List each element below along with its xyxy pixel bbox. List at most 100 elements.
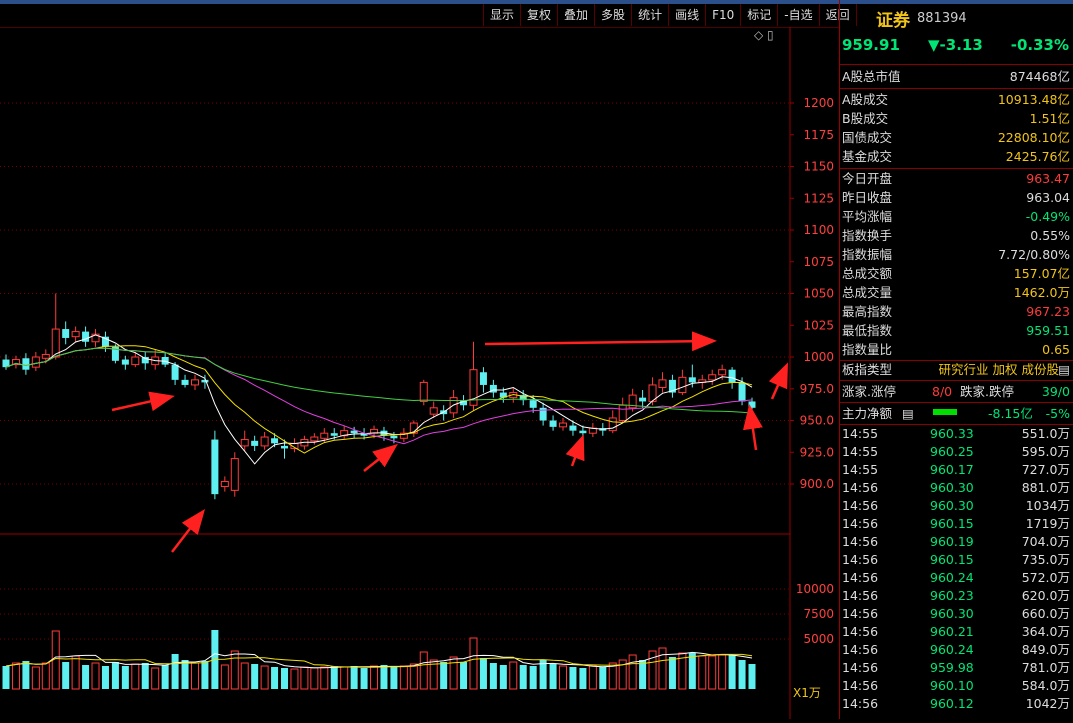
candle-body[interactable]: [260, 436, 269, 447]
candle-body[interactable]: [230, 458, 239, 491]
volume-bar: [688, 653, 696, 689]
toolbar-button[interactable]: 标记: [740, 4, 777, 26]
candle-body[interactable]: [479, 372, 487, 385]
tick-price: 960.17: [930, 462, 974, 477]
toolbar-button[interactable]: F10: [705, 4, 740, 26]
volume-bar: [718, 654, 727, 690]
tick-volume: 620.0万: [1021, 588, 1070, 603]
candle-body[interactable]: [549, 420, 557, 427]
plate-type-value[interactable]: 研究行业 加权 成份股: [939, 360, 1059, 379]
candle-body[interactable]: [748, 401, 756, 408]
candle-body[interactable]: [419, 381, 428, 402]
volume-bar: [350, 666, 358, 689]
tick-row: 14:55 960.25 595.0万: [840, 443, 1073, 461]
volume-bar: [121, 666, 129, 689]
candle-body[interactable]: [708, 374, 717, 381]
tick-volume: 551.0万: [1021, 426, 1070, 441]
candle-body[interactable]: [639, 397, 647, 402]
volume-unit-label: X1万: [793, 686, 821, 700]
stat-label: 最低指数: [842, 323, 893, 338]
volume-bar: [240, 662, 249, 690]
volume-bar: [151, 667, 160, 690]
candle-body[interactable]: [201, 379, 209, 383]
candle-body[interactable]: [579, 430, 587, 434]
candle-body[interactable]: [211, 439, 219, 495]
candle-body[interactable]: [41, 353, 50, 359]
candle-body[interactable]: [618, 404, 627, 422]
stat-value: 7.72/0.80%: [998, 247, 1070, 262]
toolbar-button[interactable]: 叠加: [557, 4, 594, 26]
candle-body[interactable]: [350, 430, 358, 434]
tick-row: 14:56 960.12 1042万: [840, 695, 1073, 713]
tick-row: 14:56 960.24 849.0万: [840, 641, 1073, 659]
toolbar-button[interactable]: 多股: [594, 4, 631, 26]
volume-bar: [360, 668, 368, 689]
volume-bar: [2, 666, 10, 689]
candle-body[interactable]: [559, 422, 568, 428]
toolbar-button[interactable]: -自选: [777, 4, 818, 26]
candle-body[interactable]: [678, 376, 687, 394]
toolbar-button[interactable]: 复权: [520, 4, 557, 26]
candle-body[interactable]: [190, 379, 199, 386]
candle-body[interactable]: [728, 369, 736, 383]
y-tick-label: 1125: [803, 191, 834, 205]
volume-bar: [579, 668, 587, 689]
candle-body[interactable]: [62, 329, 70, 338]
candle-body[interactable]: [718, 369, 727, 376]
candle-body[interactable]: [121, 359, 129, 365]
toolbar-button[interactable]: 显示: [483, 4, 520, 26]
toolbar-button[interactable]: 统计: [631, 4, 668, 26]
candle-body[interactable]: [71, 331, 80, 338]
tick-row: 14:56 960.24 572.0万: [840, 569, 1073, 587]
menu-icon[interactable]: ▤: [1058, 360, 1070, 379]
stat-row: 昨日收盘 963.04: [840, 188, 1073, 207]
stat-row: 总成交额 157.07亿: [840, 264, 1073, 283]
stat-row: B股成交 1.51亿: [840, 109, 1073, 128]
stat-value: 1.51亿: [1029, 111, 1070, 126]
toolbar-button[interactable]: 画线: [668, 4, 705, 26]
candle-body[interactable]: [31, 356, 40, 368]
volume-tick-label: 7500: [803, 607, 834, 621]
y-tick-label: 1000: [803, 350, 834, 364]
candle-body[interactable]: [429, 407, 438, 415]
volume-bar: [141, 663, 149, 689]
candle-body[interactable]: [131, 356, 140, 366]
tick-time: 14:56: [842, 678, 879, 693]
candle-body[interactable]: [251, 440, 259, 446]
y-tick-label: 950.0: [800, 414, 834, 428]
candle-body[interactable]: [281, 445, 289, 449]
volume-bar: [419, 651, 428, 690]
candle-body[interactable]: [688, 377, 696, 383]
tick-volume: 735.0万: [1021, 552, 1070, 567]
volume-bar: [31, 666, 40, 690]
candle-body[interactable]: [240, 439, 249, 447]
candle-body[interactable]: [271, 438, 279, 444]
candle-body[interactable]: [569, 425, 577, 431]
candle-body[interactable]: [181, 379, 189, 385]
stat-row: 指数量比 0.65: [840, 340, 1073, 359]
candle-body[interactable]: [390, 435, 398, 439]
candle-body[interactable]: [330, 433, 338, 436]
volume-bar: [161, 665, 169, 689]
volume-bar: [549, 664, 557, 689]
candle-body[interactable]: [310, 436, 319, 442]
menu-icon[interactable]: ▤: [902, 404, 914, 423]
candle-body[interactable]: [220, 480, 229, 488]
tick-price: 960.30: [930, 606, 974, 621]
candle-body[interactable]: [738, 382, 746, 402]
volume-bar: [22, 661, 30, 689]
candle-body[interactable]: [171, 364, 179, 380]
tick-time: 14:55: [842, 462, 879, 477]
tick-price: 960.19: [930, 534, 974, 549]
volume-bar: [220, 664, 229, 690]
kline-chart[interactable]: 1200 1175 1150 1125 1100 1075 1050 1025 1000 975.…: [0, 26, 840, 719]
candle-body[interactable]: [658, 379, 667, 388]
candle-body[interactable]: [320, 432, 329, 439]
candle-body[interactable]: [22, 358, 30, 370]
annotation-arrow: [484, 331, 717, 352]
tick-time: 14:56: [842, 660, 879, 675]
candle-body[interactable]: [529, 400, 537, 408]
volume-bar: [628, 654, 637, 690]
index-price: 959.91: [842, 36, 900, 54]
volume-bar: [41, 662, 50, 690]
